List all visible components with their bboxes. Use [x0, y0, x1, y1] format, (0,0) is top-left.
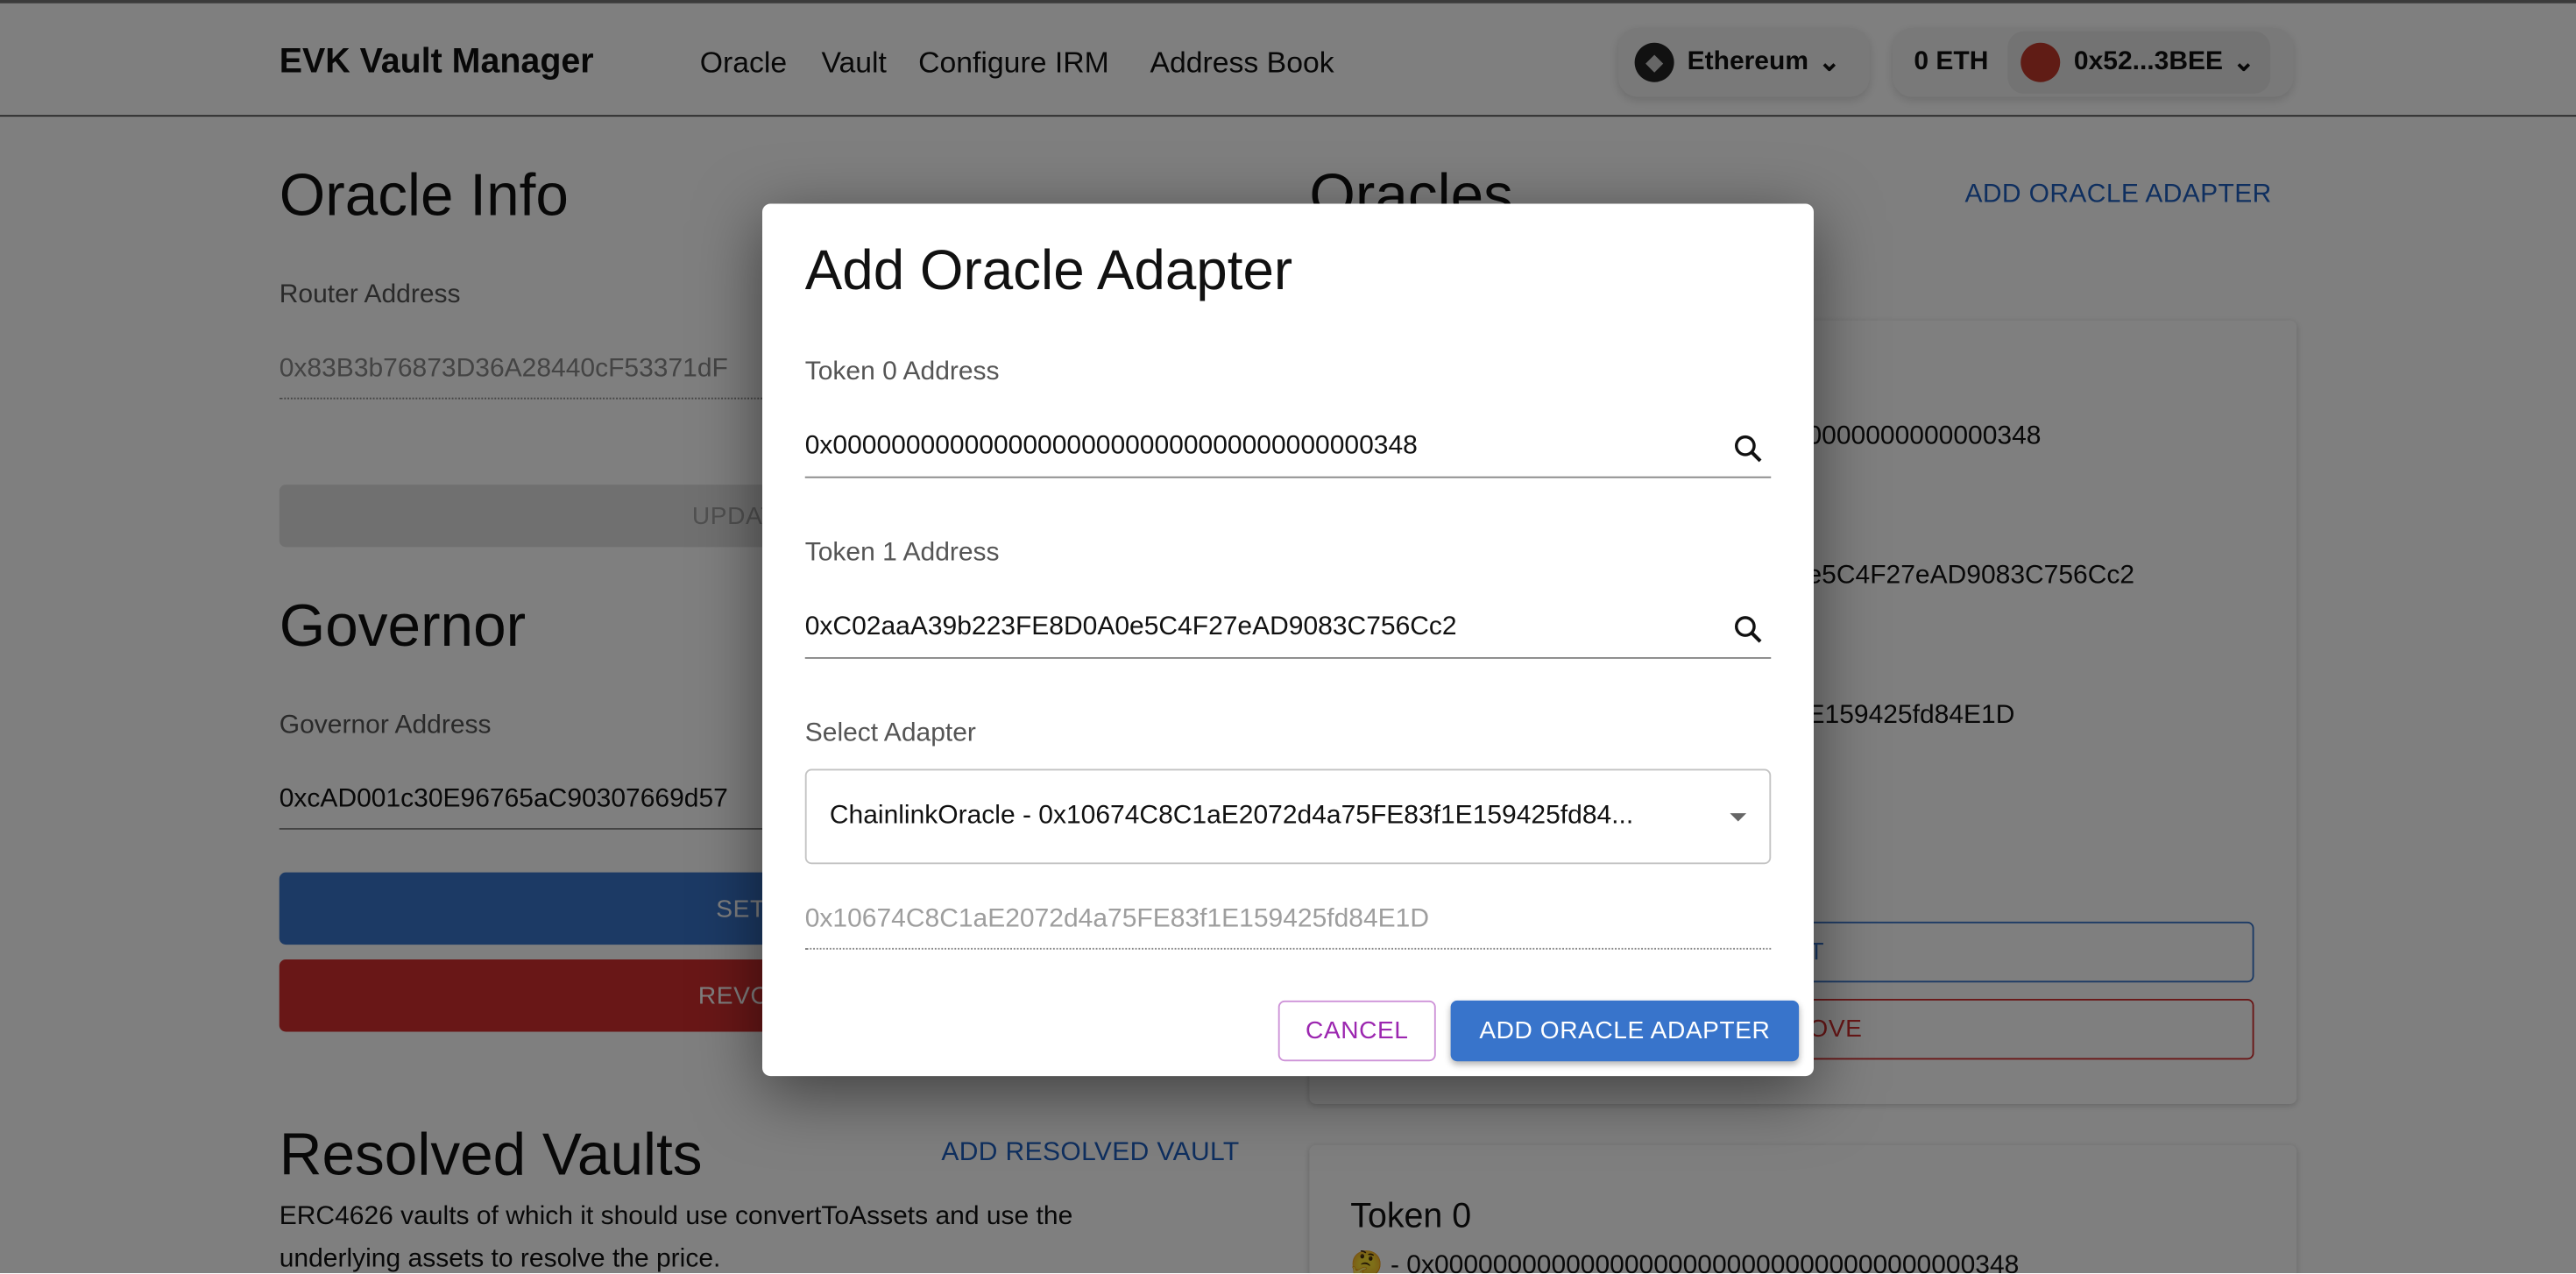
search-icon[interactable] [1731, 432, 1765, 465]
adapter-address-field: 0x10674C8C1aE2072d4a75FE83f1E159425fd84E… [804, 905, 1772, 950]
token0-value: 0x00000000000000000000000000000000000003… [804, 432, 1418, 460]
search-icon[interactable] [1731, 612, 1765, 646]
token1-label: Token 1 Address [804, 539, 1000, 567]
adapter-select[interactable]: ChainlinkOracle - 0x10674C8C1aE2072d4a75… [804, 768, 1772, 865]
caret-down-icon [1730, 813, 1747, 822]
add-oracle-adapter-dialog: Add Oracle Adapter Token 0 Address 0x000… [762, 203, 1814, 1077]
token0-input[interactable]: 0x00000000000000000000000000000000000003… [804, 432, 1772, 478]
add-oracle-adapter-button[interactable]: ADD ORACLE ADAPTER [1450, 1000, 1800, 1062]
token1-input[interactable]: 0xC02aaA39b223FE8D0A0e5C4F27eAD9083C756C… [804, 612, 1772, 659]
token1-value: 0xC02aaA39b223FE8D0A0e5C4F27eAD9083C756C… [804, 612, 1457, 641]
adapter-label: Select Adapter [804, 719, 976, 748]
dialog-title: Add Oracle Adapter [804, 239, 1293, 302]
cancel-button[interactable]: CANCEL [1277, 1000, 1436, 1062]
token0-label: Token 0 Address [804, 357, 1000, 386]
adapter-selected-value: ChainlinkOracle - 0x10674C8C1aE2072d4a75… [829, 802, 1634, 830]
